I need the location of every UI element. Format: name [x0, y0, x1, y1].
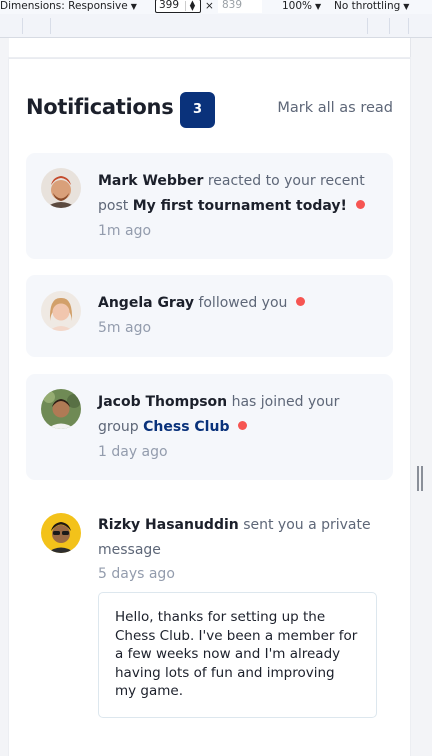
- mark-all-read-button[interactable]: Mark all as read: [277, 100, 393, 116]
- notification-item[interactable]: Angela Gray followed you 5m ago: [26, 275, 393, 357]
- ruler-tick: [408, 18, 409, 34]
- notification-text: Jacob Thompson has joined your group Che…: [98, 390, 378, 465]
- notification-item[interactable]: Jacob Thompson has joined your group Che…: [26, 374, 393, 480]
- user-name[interactable]: Mark Webber: [98, 173, 203, 189]
- avatar-angela-gray-icon: [41, 291, 81, 331]
- viewport-gutter-left: [0, 38, 9, 756]
- throttling-label: No throttling: [334, 0, 401, 12]
- height-input[interactable]: 839: [218, 0, 262, 13]
- viewport-gutter-right: [410, 38, 432, 756]
- resize-handle[interactable]: [417, 466, 423, 491]
- throttling-dropdown[interactable]: No throttling ▼: [334, 0, 409, 14]
- timestamp: 5m ago: [98, 320, 152, 336]
- times-sign: ×: [205, 0, 214, 12]
- ruler-tick: [50, 18, 51, 34]
- page-title: Notifications: [26, 95, 174, 119]
- avatar[interactable]: [41, 291, 81, 331]
- ruler-tick: [389, 18, 390, 34]
- post-link[interactable]: My first tournament today!: [133, 198, 347, 214]
- notification-text: Rizky Hasanuddin sent you a private mess…: [98, 513, 378, 585]
- dimensions-dropdown[interactable]: Dimensions: Responsive ▼: [0, 0, 137, 14]
- private-message[interactable]: Hello, thanks for setting up the Chess C…: [98, 592, 377, 718]
- ruler-tick: [367, 18, 368, 34]
- avatar[interactable]: [41, 389, 81, 429]
- user-name[interactable]: Jacob Thompson: [98, 394, 227, 410]
- dropdown-arrow-icon: ▼: [403, 2, 410, 11]
- action-text: followed you: [198, 295, 288, 311]
- group-link[interactable]: Chess Club: [143, 419, 229, 435]
- devtools-toolbar: Dimensions: Responsive ▼ 399 ▲ ▼ × 839 100%…: [0, 0, 432, 14]
- unread-dot-icon: [238, 421, 248, 430]
- zoom-dropdown[interactable]: 100% ▼: [282, 0, 321, 14]
- zoom-label: 100%: [282, 0, 313, 12]
- user-name[interactable]: Rizky Hasanuddin: [98, 517, 239, 533]
- notification-item[interactable]: Mark Webber reacted to your recent post …: [26, 153, 393, 259]
- ruler-tick: [22, 18, 23, 34]
- width-input[interactable]: 399 ▲ ▼: [155, 0, 201, 13]
- dimensions-label: Dimensions: Responsive: [0, 0, 128, 12]
- unread-dot-icon: [355, 200, 365, 209]
- unread-count-badge: 3: [180, 92, 215, 128]
- dropdown-arrow-icon: ▼: [315, 2, 322, 11]
- notification-text: Mark Webber reacted to your recent post …: [98, 169, 378, 244]
- media-query-ruler[interactable]: [0, 14, 432, 38]
- dropdown-arrow-icon: ▼: [130, 2, 137, 11]
- notifications-header: Notifications 3 Mark all as read: [26, 91, 393, 129]
- unread-dot-icon: [296, 297, 306, 306]
- width-value: 399: [159, 0, 180, 11]
- spinner-arrows-icon[interactable]: ▲ ▼: [185, 0, 199, 12]
- avatar[interactable]: [41, 168, 81, 208]
- timestamp: 1 day ago: [98, 444, 168, 460]
- user-name[interactable]: Angela Gray: [98, 295, 194, 311]
- app-viewport: Notifications 3 Mark all as read Mark We…: [9, 58, 410, 756]
- avatar-jacob-thompson-icon: [41, 389, 81, 429]
- timestamp: 5 days ago: [98, 566, 175, 582]
- notification-text: Angela Gray followed you 5m ago: [98, 291, 378, 341]
- avatar-rizky-hasanuddin-icon: [41, 513, 81, 553]
- timestamp: 1m ago: [98, 223, 152, 239]
- avatar[interactable]: [41, 513, 81, 553]
- avatar-mark-webber-icon: [41, 168, 81, 208]
